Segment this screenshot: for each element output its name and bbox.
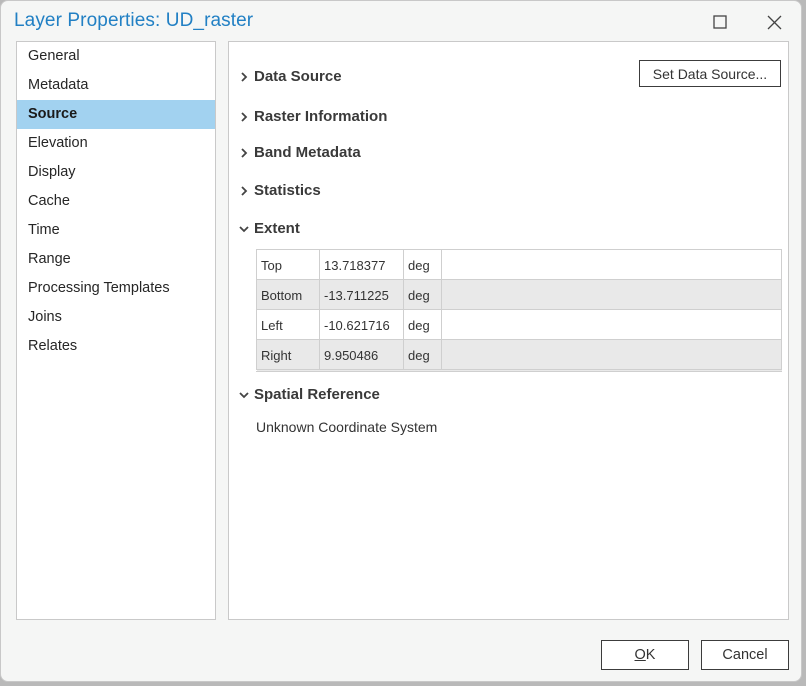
section-raster-information[interactable]: Raster Information [238, 108, 387, 125]
table-row: Right 9.950486 deg [256, 339, 782, 371]
sidebar-item-time[interactable]: Time [17, 216, 215, 245]
extent-name: Top [256, 249, 320, 280]
sidebar-item-cache[interactable]: Cache [17, 187, 215, 216]
extent-value: -13.711225 [319, 279, 404, 310]
section-statistics[interactable]: Statistics [238, 182, 321, 199]
sidebar-item-metadata[interactable]: Metadata [17, 71, 215, 100]
close-icon [767, 15, 781, 29]
cancel-button[interactable]: Cancel [701, 640, 789, 670]
section-label: Raster Information [254, 108, 388, 125]
section-label: Data Source [254, 68, 342, 85]
extent-unit: deg [403, 249, 442, 280]
maximize-icon [713, 15, 727, 29]
maximize-button[interactable] [705, 7, 735, 37]
spatial-reference-value: Unknown Coordinate System [256, 419, 438, 435]
section-label: Extent [254, 220, 300, 237]
chevron-down-icon [238, 389, 250, 401]
extent-unit: deg [403, 279, 442, 310]
sidebar-item-joins[interactable]: Joins [17, 303, 215, 332]
section-spatial-reference[interactable]: Spatial Reference [238, 386, 380, 403]
chevron-right-icon [238, 111, 250, 123]
section-extent[interactable]: Extent [238, 220, 300, 237]
extent-name: Right [256, 339, 320, 371]
table-row: Bottom -13.711225 deg [256, 279, 782, 310]
source-panel: Set Data Source... Data Source Raster In… [228, 41, 789, 620]
chevron-right-icon [238, 147, 250, 159]
table-row: Left -10.621716 deg [256, 309, 782, 340]
sidebar-item-range[interactable]: Range [17, 245, 215, 274]
sidebar-item-source[interactable]: Source [17, 100, 215, 129]
section-band-metadata[interactable]: Band Metadata [238, 144, 361, 161]
sidebar-item-processing-templates[interactable]: Processing Templates [17, 274, 215, 303]
sidebar-item-display[interactable]: Display [17, 158, 215, 187]
close-button[interactable] [759, 7, 789, 37]
extent-unit: deg [403, 309, 442, 340]
extent-value: 13.718377 [319, 249, 404, 280]
layer-properties-dialog: Layer Properties: UD_raster General Meta… [0, 0, 802, 682]
ok-label-rest: K [645, 647, 656, 663]
section-label: Statistics [254, 182, 321, 199]
section-label: Spatial Reference [254, 386, 380, 403]
sidebar-nav: General Metadata Source Elevation Displa… [16, 41, 216, 620]
sidebar-item-relates[interactable]: Relates [17, 332, 215, 361]
dialog-title: Layer Properties: UD_raster [14, 10, 254, 31]
extent-name: Left [256, 309, 320, 340]
ok-button[interactable]: OK [601, 640, 689, 670]
chevron-down-icon [238, 223, 250, 235]
ok-mnemonic: O [634, 647, 646, 663]
table-row: Top 13.718377 deg [256, 249, 782, 280]
section-data-source[interactable]: Data Source [238, 68, 342, 85]
chevron-right-icon [238, 71, 250, 83]
set-data-source-button[interactable]: Set Data Source... [639, 60, 781, 87]
sidebar-item-general[interactable]: General [17, 42, 215, 71]
sidebar-item-elevation[interactable]: Elevation [17, 129, 215, 158]
extent-name: Bottom [256, 279, 320, 310]
section-label: Band Metadata [254, 144, 361, 161]
extent-unit: deg [403, 339, 442, 371]
extent-table: Top 13.718377 deg Bottom -13.711225 deg … [256, 249, 782, 372]
extent-value: 9.950486 [319, 339, 404, 371]
chevron-right-icon [238, 185, 250, 197]
extent-value: -10.621716 [319, 309, 404, 340]
